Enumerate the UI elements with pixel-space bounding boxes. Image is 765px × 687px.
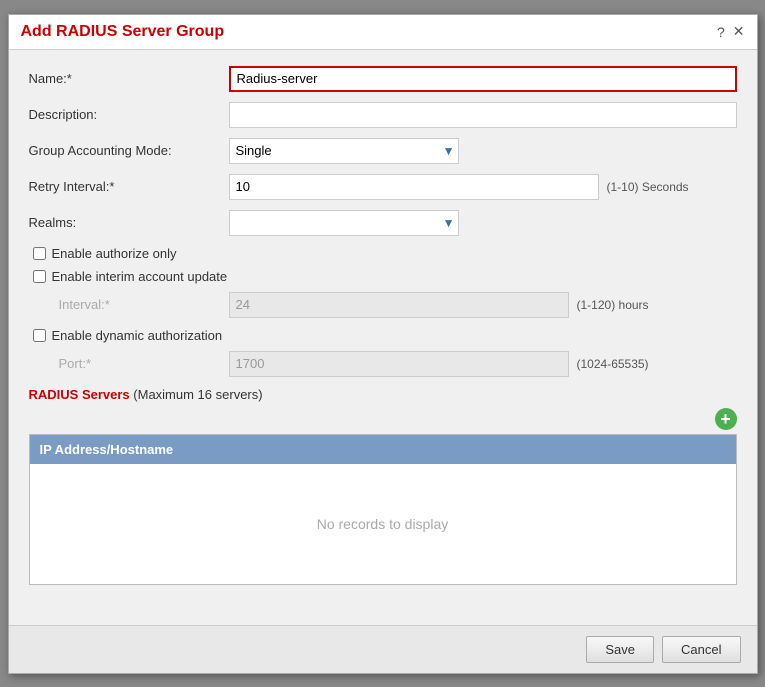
dialog-body: Name:* Description: Group Accounting Mod… [9,50,757,625]
close-icon[interactable]: ✕ [733,23,745,40]
realms-select-wrapper: ▼ [229,210,459,236]
interval-field-wrapper: (1-120) hours [229,292,737,318]
realms-row: Realms: ▼ [29,210,737,236]
retry-interval-hint: (1-10) Seconds [607,180,689,194]
interval-label: Interval:* [59,297,229,312]
enable-authorize-only-checkbox[interactable] [33,247,46,260]
port-row: Port:* (1024-65535) [29,351,737,377]
port-field-wrapper: (1024-65535) [229,351,737,377]
description-input[interactable] [229,102,737,128]
group-accounting-mode-select[interactable]: Single Multiple [229,138,459,164]
dialog-footer: Save Cancel [9,625,757,673]
table-header-ip-address: IP Address/Hostname [30,435,736,464]
port-label: Port:* [59,356,229,371]
help-icon[interactable]: ? [717,24,725,40]
realms-select[interactable] [229,210,459,236]
enable-dynamic-authorization-checkbox[interactable] [33,329,46,342]
description-row: Description: [29,102,737,128]
retry-interval-input[interactable] [229,174,599,200]
retry-interval-label: Retry Interval:* [29,179,229,194]
port-input[interactable] [229,351,569,377]
radius-servers-title: RADIUS Servers [29,387,130,402]
group-accounting-mode-wrapper: Single Multiple ▼ [229,138,737,164]
enable-interim-account-update-row: Enable interim account update [29,269,737,284]
realms-label: Realms: [29,215,229,230]
retry-interval-row: Retry Interval:* (1-10) Seconds [29,174,737,200]
name-row: Name:* [29,66,737,92]
add-button-row: + [29,408,737,430]
radius-servers-subtitle: (Maximum 16 servers) [133,387,262,402]
table-body: No records to display [30,464,736,584]
enable-interim-account-update-checkbox[interactable] [33,270,46,283]
interval-hint: (1-120) hours [577,298,649,312]
realms-select-wrapper-outer: ▼ [229,210,737,236]
description-field-wrapper [229,102,737,128]
group-accounting-mode-label: Group Accounting Mode: [29,143,229,158]
enable-authorize-only-label: Enable authorize only [52,246,177,261]
dialog-titlebar: Add RADIUS Server Group ? ✕ [9,15,757,50]
enable-dynamic-authorization-row: Enable dynamic authorization [29,328,737,343]
radius-servers-table: IP Address/Hostname No records to displa… [29,434,737,585]
group-accounting-mode-select-wrapper: Single Multiple ▼ [229,138,459,164]
dialog-title: Add RADIUS Server Group [21,23,225,41]
radius-servers-header: RADIUS Servers (Maximum 16 servers) [29,387,737,402]
name-input[interactable] [229,66,737,92]
cancel-button[interactable]: Cancel [662,636,740,663]
name-field-wrapper [229,66,737,92]
description-label: Description: [29,107,229,122]
enable-interim-account-update-label: Enable interim account update [52,269,228,284]
no-records-text: No records to display [317,516,449,532]
group-accounting-mode-row: Group Accounting Mode: Single Multiple ▼ [29,138,737,164]
interval-input[interactable] [229,292,569,318]
port-hint: (1024-65535) [577,357,649,371]
name-label: Name:* [29,71,229,86]
retry-interval-field-wrapper: (1-10) Seconds [229,174,737,200]
add-radius-server-group-dialog: Add RADIUS Server Group ? ✕ Name:* Descr… [8,14,758,674]
save-button[interactable]: Save [586,636,654,663]
add-radius-server-button[interactable]: + [715,408,737,430]
titlebar-icons: ? ✕ [717,23,745,40]
interval-row: Interval:* (1-120) hours [29,292,737,318]
enable-dynamic-authorization-label: Enable dynamic authorization [52,328,223,343]
enable-authorize-only-row: Enable authorize only [29,246,737,261]
